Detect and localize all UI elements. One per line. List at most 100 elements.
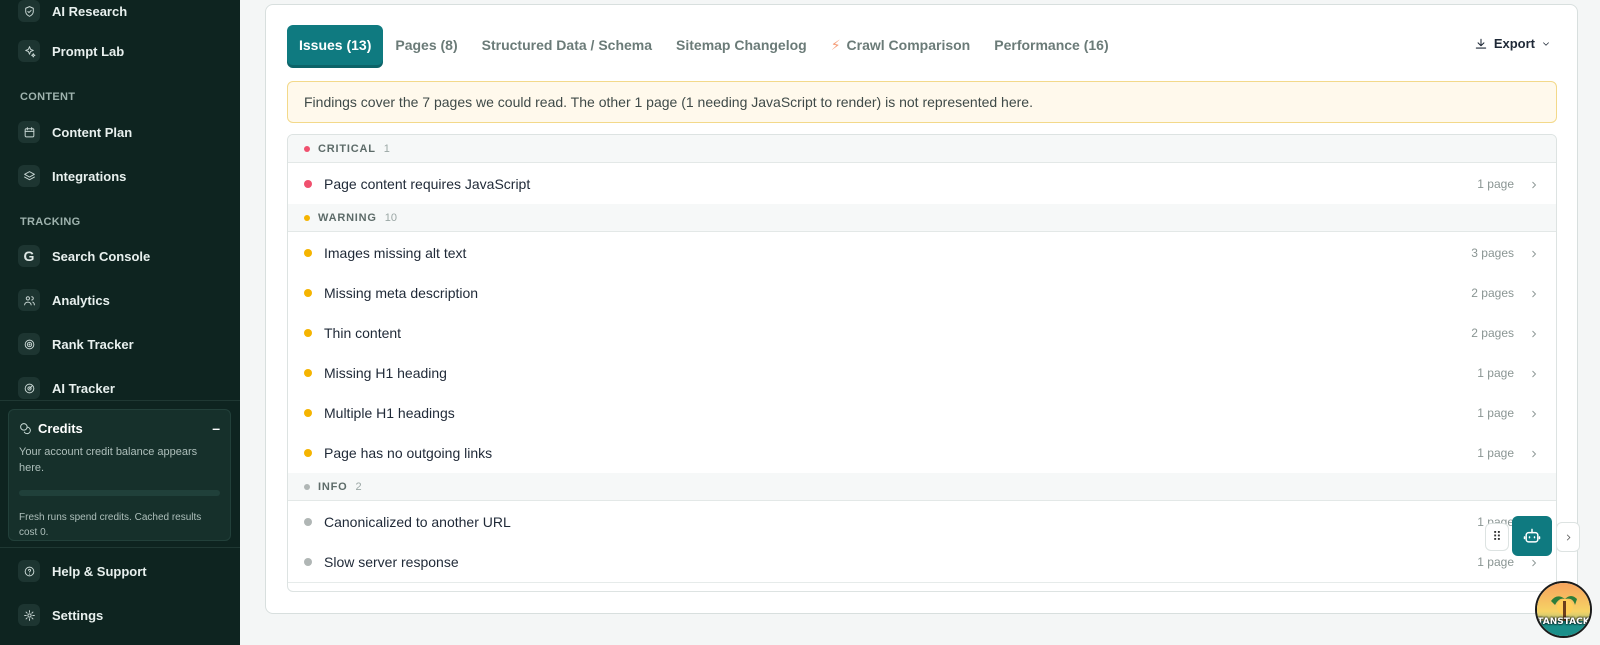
- issue-row[interactable]: Images missing alt text 3 pages: [288, 233, 1556, 274]
- issue-page-count: 1 page: [1477, 177, 1514, 191]
- chevron-right-icon: [1528, 447, 1540, 459]
- calendar-icon: [18, 121, 40, 143]
- sidebar-item-label: Content Plan: [52, 124, 133, 140]
- tab-performance[interactable]: Performance (16): [982, 25, 1120, 65]
- chevron-right-icon: [1528, 327, 1540, 339]
- tab-sitemap-changelog[interactable]: Sitemap Changelog: [664, 25, 819, 65]
- drag-handle-icon[interactable]: ⠿: [1485, 523, 1509, 551]
- tab-bar: Issues (13) Pages (8) Structured Data / …: [287, 25, 1121, 65]
- sidebar-item-ai-research[interactable]: AI Research: [18, 0, 127, 22]
- issue-severity-dot: [304, 369, 312, 377]
- issue-row[interactable]: Page has no outgoing links 1 page: [288, 433, 1556, 474]
- sidebar-item-rank-tracker[interactable]: Rank Tracker: [18, 333, 134, 355]
- issue-page-count: 1 page: [1477, 555, 1514, 569]
- credits-collapse-button[interactable]: –: [212, 420, 220, 436]
- sidebar-item-label: Help & Support: [52, 563, 147, 579]
- credits-description: Your account credit balance appears here…: [19, 446, 198, 474]
- issue-page-count: 2 pages: [1471, 326, 1514, 340]
- issue-page-count: 1 page: [1477, 446, 1514, 460]
- download-icon: [1475, 38, 1487, 49]
- credits-header: Credits –: [19, 420, 220, 436]
- tab-label: Issues (13): [299, 37, 372, 53]
- credits-panel: Credits – Your account credit balance ap…: [8, 409, 231, 541]
- issue-row[interactable]: Page content requires JavaScript 1 page: [288, 164, 1556, 205]
- bolt-icon: ⚡: [830, 36, 841, 53]
- severity-dot: [304, 214, 310, 221]
- tanstack-logo: [1537, 583, 1590, 636]
- sidebar-item-settings[interactable]: Settings: [18, 604, 103, 626]
- sidebar-item-label: Search Console: [52, 248, 151, 264]
- tab-label: Sitemap Changelog: [676, 37, 807, 53]
- issue-title: Thin content: [324, 325, 402, 341]
- google-icon: G: [18, 245, 40, 267]
- chevron-right-icon: [1566, 533, 1570, 541]
- sidebar-item-help-support[interactable]: Help & Support: [18, 560, 147, 582]
- coins-icon: [20, 422, 31, 434]
- tab-issues[interactable]: Issues (13): [287, 25, 384, 65]
- severity-group-header: INFO 2: [288, 473, 1556, 501]
- sidebar-item-search-console[interactable]: G Search Console: [18, 245, 150, 267]
- chevron-right-icon: [1528, 556, 1540, 568]
- tab-label: Structured Data / Schema: [481, 37, 653, 53]
- tab-label: Performance (16): [994, 37, 1109, 53]
- sidebar-item-label: Analytics: [52, 292, 110, 308]
- tab-label: Crawl Comparison: [846, 37, 971, 53]
- issue-title: Page has no outgoing links: [324, 445, 493, 461]
- tanstack-devtools-badge[interactable]: TANSTACK: [1535, 581, 1592, 638]
- export-label: Export: [1493, 36, 1535, 51]
- severity-label: INFO: [318, 480, 348, 493]
- expand-panel-button[interactable]: [1556, 522, 1580, 552]
- chevron-right-icon: [1528, 287, 1540, 299]
- sidebar-item-label: Prompt Lab: [52, 43, 125, 59]
- export-button[interactable]: Export: [1474, 36, 1551, 51]
- issue-row[interactable]: Slow server response 1 page: [288, 542, 1556, 583]
- chevron-down-icon: [1543, 41, 1549, 46]
- sidebar-item-prompt-lab[interactable]: Prompt Lab: [18, 40, 124, 62]
- section-title-tracking: TRACKING: [20, 216, 81, 228]
- severity-label: CRITICAL: [318, 142, 376, 155]
- sidebar-item-label: Settings: [52, 607, 104, 623]
- issues-list: CRITICAL 1 Page content requires JavaScrip…: [287, 134, 1557, 592]
- issue-title: Images missing alt text: [324, 245, 467, 261]
- issue-page-count: 1 page: [1477, 406, 1514, 420]
- shield-icon: [18, 0, 40, 22]
- severity-group-header: CRITICAL 1: [288, 135, 1556, 163]
- issue-title: Page content requires JavaScript: [324, 176, 531, 192]
- bot-icon: [1523, 528, 1541, 543]
- users-icon: [18, 289, 40, 311]
- severity-group-header: WARNING 10: [288, 204, 1556, 232]
- tab-structured-data[interactable]: Structured Data / Schema: [470, 25, 664, 65]
- tab-pages[interactable]: Pages (8): [383, 25, 469, 65]
- chevron-right-icon: [1528, 407, 1540, 419]
- issue-severity-dot: [304, 329, 312, 337]
- sparkles-icon: [18, 40, 40, 62]
- sidebar-item-content-plan[interactable]: Content Plan: [18, 121, 132, 143]
- sidebar-item-integrations[interactable]: Integrations: [18, 165, 126, 187]
- issue-page-count: 3 pages: [1471, 246, 1514, 260]
- coverage-notice: Findings cover the 7 pages we could read…: [287, 81, 1557, 123]
- credits-note: Fresh runs spend credits. Cached results…: [19, 512, 202, 538]
- issue-row[interactable]: Missing meta description 2 pages: [288, 273, 1556, 314]
- severity-count: 2: [355, 480, 362, 493]
- sidebar-item-label: AI Tracker: [52, 380, 115, 396]
- help-icon: [18, 560, 40, 582]
- issue-row[interactable]: Missing H1 heading 1 page: [288, 353, 1556, 394]
- issue-title: Missing meta description: [324, 285, 479, 301]
- issue-severity-dot: [304, 180, 312, 188]
- credits-progress-bar: [19, 490, 220, 496]
- sidebar-item-analytics[interactable]: Analytics: [18, 289, 110, 311]
- sidebar-divider: [0, 400, 240, 401]
- sidebar: AI Research Prompt Lab CONTENT Content P…: [0, 0, 240, 645]
- sidebar-divider: [0, 547, 240, 548]
- tab-crawl-comparison[interactable]: ⚡ Crawl Comparison: [819, 25, 983, 65]
- sidebar-item-label: Integrations: [52, 168, 127, 184]
- sidebar-item-label: AI Research: [52, 3, 128, 19]
- section-title-content: CONTENT: [20, 91, 76, 103]
- sidebar-item-ai-tracker[interactable]: AI Tracker: [18, 377, 115, 399]
- issue-row[interactable]: Thin content 2 pages: [288, 313, 1556, 354]
- severity-count: 10: [384, 211, 398, 224]
- issue-row[interactable]: Multiple H1 headings 1 page: [288, 393, 1556, 434]
- severity-count: 1: [383, 142, 390, 155]
- assistant-bot-button[interactable]: [1512, 516, 1552, 556]
- issue-row[interactable]: Canonicalized to another URL 1 page: [288, 502, 1556, 543]
